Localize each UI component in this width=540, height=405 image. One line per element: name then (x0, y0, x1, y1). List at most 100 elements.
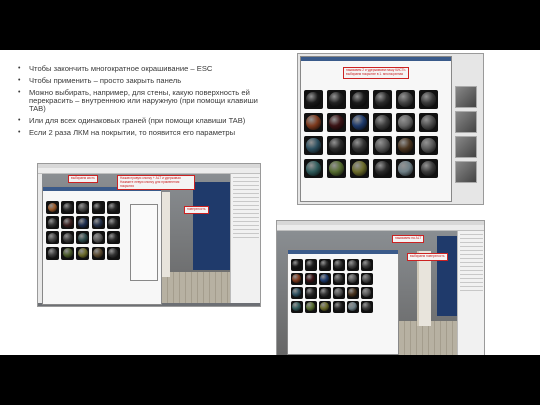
callout-alt-hint: Нажав правую кнопку + ALT и удерживая На… (117, 175, 195, 191)
material-swatch[interactable] (91, 201, 105, 214)
material-thumbnails (455, 86, 477, 183)
material-swatch[interactable] (46, 216, 59, 230)
material-sphere-icon (292, 288, 302, 298)
material-swatch[interactable] (106, 216, 120, 230)
right-panel (230, 174, 260, 303)
screenshot-apply-material: выбираем кисть Нажав правую кнопку + ALT… (37, 163, 261, 307)
viewport-wall (437, 236, 457, 316)
material-swatch[interactable] (347, 259, 359, 271)
material-swatch[interactable] (106, 246, 120, 260)
material-swatch[interactable] (319, 273, 331, 285)
material-sphere-icon (306, 161, 321, 176)
material-sphere-icon (421, 92, 436, 107)
material-swatch[interactable] (291, 301, 303, 313)
material-swatch[interactable] (419, 136, 438, 155)
material-swatch[interactable] (91, 216, 105, 230)
material-swatch[interactable] (327, 136, 346, 155)
material-swatch[interactable] (396, 113, 415, 132)
material-swatch[interactable] (347, 273, 359, 285)
material-sphere-icon (47, 232, 58, 243)
material-swatch[interactable] (76, 201, 90, 214)
callout-choose-brush: выбираем кисть (68, 175, 98, 183)
material-sphere-icon (421, 161, 436, 176)
material-swatch[interactable] (347, 301, 359, 313)
material-swatch[interactable] (396, 136, 415, 155)
material-swatch[interactable] (61, 246, 75, 260)
material-swatch[interactable] (304, 90, 323, 109)
material-swatch[interactable] (350, 159, 369, 178)
bullet-text: Можно выбирать, например, для стены, как… (29, 87, 258, 114)
material-sphere-icon (320, 260, 330, 270)
material-sphere-icon (421, 138, 436, 153)
material-swatch[interactable] (347, 287, 359, 299)
material-thumbnail[interactable] (455, 136, 477, 158)
material-sphere-icon (320, 274, 330, 284)
material-sphere-icon (306, 138, 321, 153)
material-swatch[interactable] (305, 287, 317, 299)
material-swatch[interactable] (373, 113, 392, 132)
material-swatch[interactable] (305, 273, 317, 285)
bullet-item: • Можно выбирать, например, для стены, ка… (18, 87, 273, 114)
material-sphere-icon (362, 288, 372, 298)
material-swatch[interactable] (61, 216, 75, 230)
material-swatch[interactable] (333, 273, 345, 285)
material-sphere-icon (47, 202, 58, 213)
material-sphere-icon (398, 138, 413, 153)
material-swatch[interactable] (350, 136, 369, 155)
material-swatch[interactable] (76, 246, 90, 260)
material-swatch[interactable] (361, 301, 373, 313)
material-swatch[interactable] (91, 246, 105, 260)
material-swatch[interactable] (291, 273, 303, 285)
material-swatch[interactable] (373, 136, 392, 155)
bullet-dot-icon: • (18, 65, 21, 72)
material-swatch[interactable] (46, 201, 59, 214)
material-swatch[interactable] (61, 201, 75, 214)
material-swatch[interactable] (396, 159, 415, 178)
material-sphere-icon (77, 202, 88, 213)
material-swatch[interactable] (419, 159, 438, 178)
material-sphere-icon (375, 161, 390, 176)
material-swatch[interactable] (76, 231, 90, 245)
material-thumbnail[interactable] (455, 111, 477, 133)
material-swatch[interactable] (305, 301, 317, 313)
material-swatch[interactable] (350, 113, 369, 132)
material-swatch[interactable] (396, 90, 415, 109)
material-swatch[interactable] (76, 216, 90, 230)
material-thumbnail[interactable] (455, 86, 477, 108)
material-swatch[interactable] (333, 287, 345, 299)
callout-text: нажимаем на ALT (395, 236, 422, 240)
material-swatch[interactable] (373, 159, 392, 178)
material-sphere-icon (352, 161, 367, 176)
material-swatch[interactable] (319, 301, 331, 313)
material-swatch[interactable] (61, 231, 75, 245)
material-swatch[interactable] (327, 159, 346, 178)
material-swatch[interactable] (291, 287, 303, 299)
material-swatch[interactable] (106, 201, 120, 214)
material-swatch[interactable] (305, 259, 317, 271)
material-swatch[interactable] (419, 90, 438, 109)
material-swatch[interactable] (319, 259, 331, 271)
material-sphere-icon (108, 232, 119, 243)
material-swatch[interactable] (327, 113, 346, 132)
material-swatch[interactable] (350, 90, 369, 109)
material-swatch[interactable] (304, 113, 323, 132)
material-swatch[interactable] (361, 273, 373, 285)
material-swatch[interactable] (419, 113, 438, 132)
material-swatch[interactable] (373, 90, 392, 109)
material-swatch[interactable] (46, 231, 59, 245)
material-swatch[interactable] (319, 287, 331, 299)
material-swatch[interactable] (106, 231, 120, 245)
material-swatch[interactable] (361, 259, 373, 271)
material-swatch[interactable] (91, 231, 105, 245)
material-sphere-icon (292, 260, 302, 270)
material-swatch[interactable] (291, 259, 303, 271)
material-swatch[interactable] (304, 159, 323, 178)
material-swatch[interactable] (333, 301, 345, 313)
material-sphere-icon (362, 302, 372, 312)
material-swatch[interactable] (327, 90, 346, 109)
material-swatch[interactable] (46, 246, 59, 260)
material-swatch[interactable] (304, 136, 323, 155)
material-swatch[interactable] (361, 287, 373, 299)
material-thumbnail[interactable] (455, 161, 477, 183)
material-swatch[interactable] (333, 259, 345, 271)
